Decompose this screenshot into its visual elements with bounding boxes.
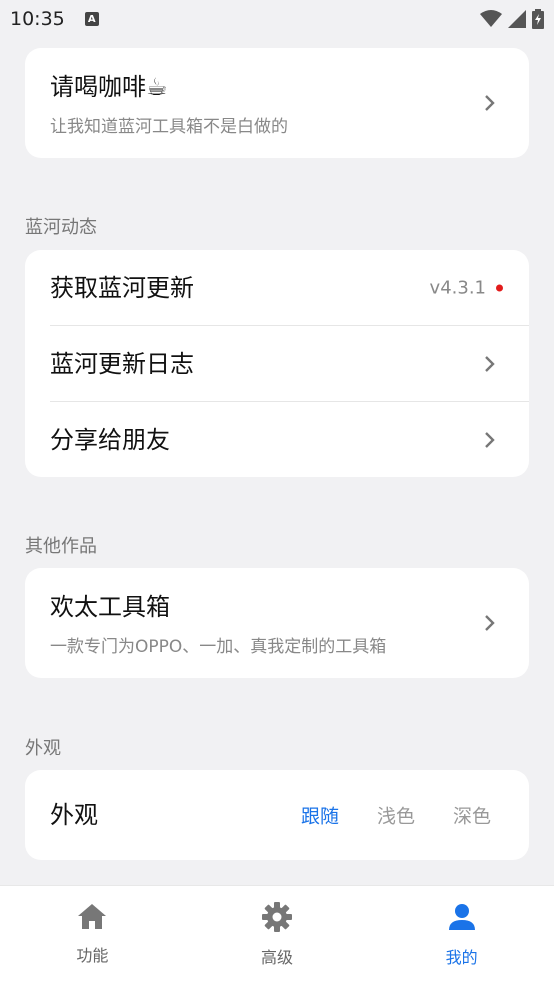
theme-option-dark[interactable]: 深色 [453, 802, 491, 829]
coffee-title: 请喝咖啡☕ [50, 73, 168, 101]
status-icons [480, 9, 544, 29]
other-works-card[interactable]: 欢太工具箱 一款专门为OPPO、一加、真我定制的工具箱 [25, 568, 529, 678]
section-label-lanhe: 蓝河动态 [25, 217, 97, 238]
changelog-title: 蓝河更新日志 [50, 350, 194, 378]
huantai-subtitle: 一款专门为OPPO、一加、真我定制的工具箱 [50, 636, 387, 657]
huantai-title: 欢太工具箱 [50, 593, 170, 621]
nav-item-advanced[interactable]: 高级 [185, 886, 370, 984]
nav-label-mine: 我的 [445, 948, 478, 967]
share-title: 分享给朋友 [50, 426, 170, 454]
nav-label-advanced: 高级 [261, 948, 294, 967]
coffee-card[interactable]: 请喝咖啡☕ 让我知道蓝河工具箱不是白做的 [25, 48, 529, 158]
gear-icon [262, 902, 292, 932]
appearance-card: 外观 跟随 浅色 深色 [25, 770, 529, 860]
chevron-right-icon [485, 431, 495, 448]
chevron-right-icon [485, 95, 495, 111]
nav-item-features[interactable]: 功能 [0, 886, 185, 984]
nav-label-features: 功能 [76, 946, 109, 965]
home-icon [78, 904, 107, 929]
section-label-appearance: 外观 [25, 738, 61, 759]
bottom-nav: 功能 高级 我的 [0, 885, 554, 984]
status-bar: 10:35 A [0, 0, 554, 38]
coffee-row[interactable]: 请喝咖啡☕ 让我知道蓝河工具箱不是白做的 [25, 48, 529, 137]
get-update-title: 获取蓝河更新 [50, 274, 194, 302]
theme-option-follow[interactable]: 跟随 [301, 802, 339, 829]
wifi-icon [480, 10, 502, 27]
chevron-right-icon [485, 356, 495, 372]
lanhe-card: 获取蓝河更新 v4.3.1 蓝河更新日志 分享给朋友 [25, 250, 529, 477]
signal-icon [508, 10, 526, 28]
get-update-row[interactable]: 获取蓝河更新 v4.3.1 [25, 250, 529, 326]
status-time: 10:35 [10, 8, 65, 30]
chevron-right-icon [485, 615, 495, 631]
notification-icon: A [84, 12, 99, 26]
person-icon [448, 904, 475, 930]
version-label: v4.3.1 [429, 277, 486, 299]
version-indicator: v4.3.1 [430, 278, 503, 299]
theme-option-light[interactable]: 浅色 [377, 802, 415, 829]
appearance-title: 外观 [50, 801, 98, 829]
nav-item-mine[interactable]: 我的 [369, 886, 554, 984]
changelog-row[interactable]: 蓝河更新日志 [25, 326, 529, 402]
theme-segmented-control: 跟随 浅色 深色 [301, 802, 491, 829]
share-row[interactable]: 分享给朋友 [25, 402, 529, 477]
section-label-other-works: 其他作品 [25, 536, 97, 557]
huantai-row[interactable]: 欢太工具箱 一款专门为OPPO、一加、真我定制的工具箱 [25, 568, 529, 657]
battery-icon [532, 9, 544, 29]
update-dot [496, 284, 503, 292]
coffee-subtitle: 让我知道蓝河工具箱不是白做的 [50, 116, 288, 137]
